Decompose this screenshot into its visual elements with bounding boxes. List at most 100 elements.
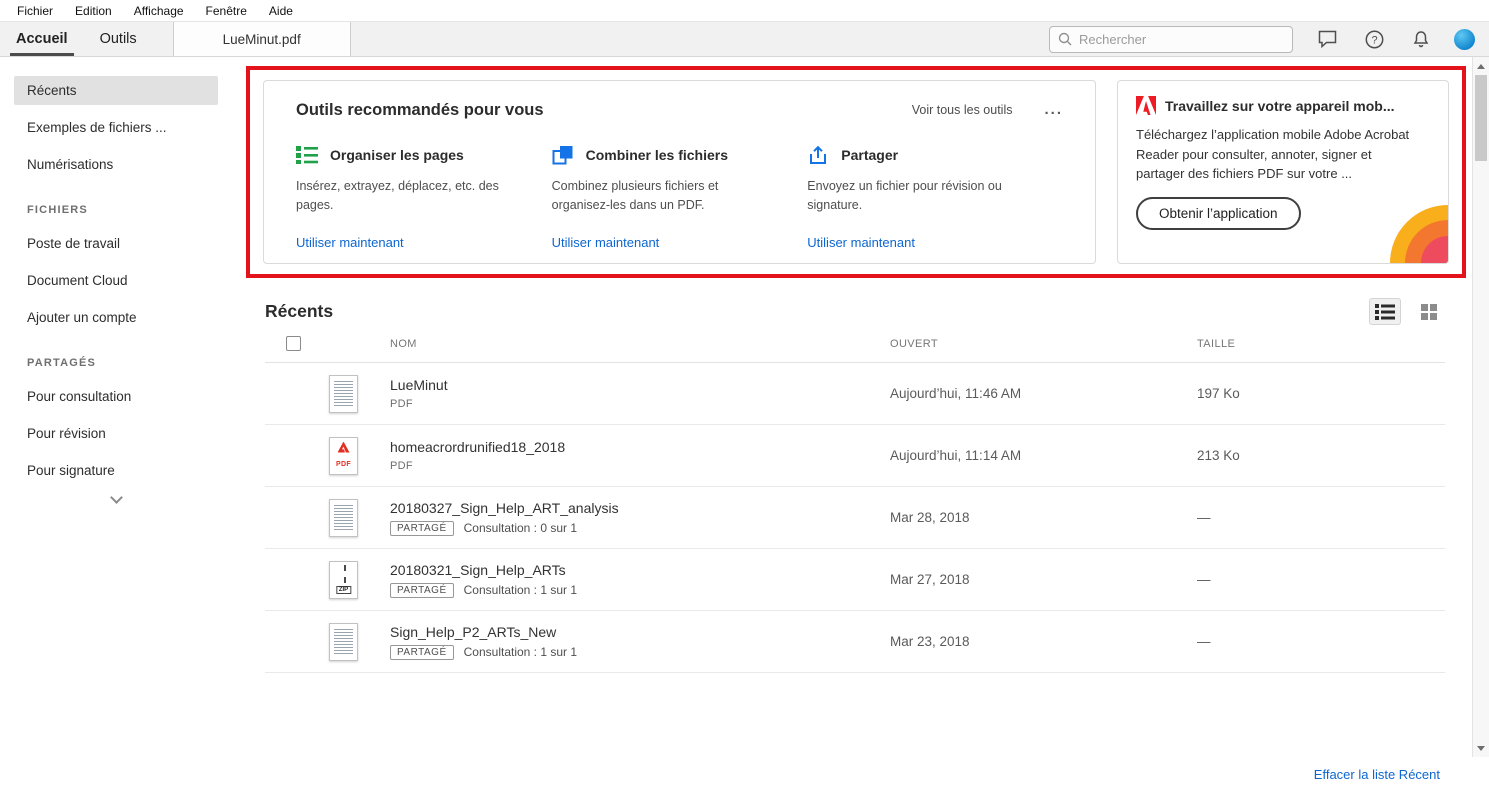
file-name: 20180321_Sign_Help_ARTs <box>390 562 890 578</box>
recent-file-list: LueMinut PDF Aujourd’hui, 11:46 AM 197 K… <box>265 363 1445 673</box>
sidebar-item-recents[interactable]: Récents <box>14 76 218 105</box>
document-thumbnail-icon <box>329 499 358 537</box>
consultation-status: Consultation : 1 sur 1 <box>464 583 577 597</box>
use-now-link-combine[interactable]: Utiliser maintenant <box>552 235 660 250</box>
chevron-down-icon[interactable] <box>110 491 123 504</box>
tool-description: Combinez plusieurs fichiers et organisez… <box>552 177 757 225</box>
sidebar: Récents Exemples de fichiers ... Numéris… <box>0 57 232 786</box>
table-row[interactable]: LueMinut PDF Aujourd’hui, 11:46 AM 197 K… <box>265 363 1445 425</box>
tab-accueil[interactable]: Accueil <box>0 22 84 56</box>
tool-name: Partager <box>841 147 898 163</box>
recent-title: Récents <box>265 301 333 322</box>
help-icon: ? <box>1365 30 1384 49</box>
menu-edition[interactable]: Edition <box>64 4 123 18</box>
file-name: homeacrordrunified18_2018 <box>390 439 890 455</box>
menu-fenetre[interactable]: Fenêtre <box>195 4 258 18</box>
table-row[interactable]: homeacrordrunified18_2018 PDF Aujourd’hu… <box>265 425 1445 487</box>
sidebar-item-pour-revision[interactable]: Pour révision <box>14 419 218 448</box>
tool-organize-pages: Organiser les pages Insérez, extrayez, d… <box>296 144 552 252</box>
main-area: Outils recommandés pour vous Voir tous l… <box>232 57 1489 786</box>
file-opened: Mar 28, 2018 <box>890 510 1197 525</box>
table-header: NOM OUVERT TAILLE <box>265 325 1445 363</box>
grid-view-icon <box>1421 304 1438 320</box>
overflow-menu-button[interactable]: ... <box>1044 105 1063 115</box>
sidebar-section-partages: PARTAGÉS <box>27 357 232 369</box>
table-row[interactable]: 20180321_Sign_Help_ARTs PARTAGÉ Consulta… <box>265 549 1445 611</box>
tool-description: Insérez, extrayez, déplacez, etc. des pa… <box>296 177 501 225</box>
notifications-button[interactable] <box>1408 26 1434 52</box>
sidebar-item-pour-consultation[interactable]: Pour consultation <box>14 382 218 411</box>
list-view-button[interactable] <box>1369 298 1401 325</box>
menu-bar: Fichier Edition Affichage Fenêtre Aide <box>0 0 1489 22</box>
search-input[interactable] <box>1079 32 1284 47</box>
file-name: Sign_Help_P2_ARTs_New <box>390 624 890 640</box>
tool-description: Envoyez un fichier pour révision ou sign… <box>807 177 1012 225</box>
adobe-acrobat-icon <box>1136 96 1156 115</box>
recommended-tools-title: Outils recommandés pour vous <box>296 101 544 120</box>
column-header-ouvert[interactable]: OUVERT <box>890 338 1197 350</box>
tab-outils[interactable]: Outils <box>84 22 153 56</box>
search-box[interactable] <box>1049 26 1293 53</box>
consultation-status: Consultation : 1 sur 1 <box>464 645 577 659</box>
sidebar-item-exemples[interactable]: Exemples de fichiers ... <box>14 113 218 142</box>
clear-recent-link[interactable]: Effacer la liste Récent <box>1314 767 1440 782</box>
vertical-scrollbar[interactable] <box>1472 57 1489 757</box>
file-opened: Mar 23, 2018 <box>890 634 1197 649</box>
document-thumbnail-icon <box>329 375 358 413</box>
menu-affichage[interactable]: Affichage <box>123 4 195 18</box>
file-opened: Aujourd’hui, 11:14 AM <box>890 448 1197 463</box>
shared-badge: PARTAGÉ <box>390 645 454 660</box>
file-name: LueMinut <box>390 377 890 393</box>
list-view-icon <box>1375 304 1395 320</box>
column-header-nom[interactable]: NOM <box>390 338 890 350</box>
tool-name: Organiser les pages <box>330 147 464 163</box>
tab-accueil-label: Accueil <box>16 31 68 47</box>
menu-aide[interactable]: Aide <box>258 4 304 18</box>
comment-icon <box>1318 30 1337 48</box>
table-row[interactable]: 20180327_Sign_Help_ART_analysis PARTAGÉ … <box>265 487 1445 549</box>
scroll-up-arrow[interactable] <box>1473 58 1489 74</box>
mobile-card-title: Travaillez sur votre appareil mob... <box>1165 98 1395 114</box>
avatar[interactable] <box>1454 29 1475 50</box>
column-header-taille[interactable]: TAILLE <box>1197 338 1445 350</box>
file-size: 213 Ko <box>1197 448 1445 463</box>
sidebar-item-poste-de-travail[interactable]: Poste de travail <box>14 229 218 258</box>
sidebar-item-document-cloud[interactable]: Document Cloud <box>14 266 218 295</box>
tab-document[interactable]: LueMinut.pdf <box>173 22 351 56</box>
tab-bar: Accueil Outils LueMinut.pdf ? <box>0 22 1489 57</box>
comments-button[interactable] <box>1314 26 1340 52</box>
see-all-tools-link[interactable]: Voir tous les outils <box>912 103 1013 117</box>
combine-files-icon <box>552 145 574 165</box>
file-opened: Mar 27, 2018 <box>890 572 1197 587</box>
sidebar-item-numerisations[interactable]: Numérisations <box>14 150 218 179</box>
tool-share: Partager Envoyez un fichier pour révisio… <box>807 144 1063 252</box>
file-size: 197 Ko <box>1197 386 1445 401</box>
sidebar-item-pour-signature[interactable]: Pour signature <box>14 456 218 485</box>
get-app-button[interactable]: Obtenir l’application <box>1136 197 1301 230</box>
file-type: PDF <box>390 398 890 410</box>
sidebar-section-fichiers: FICHIERS <box>27 204 232 216</box>
grid-view-button[interactable] <box>1413 298 1445 325</box>
table-row[interactable]: Sign_Help_P2_ARTs_New PARTAGÉ Consultati… <box>265 611 1445 673</box>
search-icon <box>1058 32 1072 46</box>
share-icon <box>807 145 829 165</box>
use-now-link-share[interactable]: Utiliser maintenant <box>807 235 915 250</box>
tool-combine-files: Combiner les fichiers Combinez plusieurs… <box>552 144 808 252</box>
use-now-link-organize[interactable]: Utiliser maintenant <box>296 235 404 250</box>
help-button[interactable]: ? <box>1361 26 1387 52</box>
document-thumbnail-icon <box>329 623 358 661</box>
sidebar-item-ajouter-un-compte[interactable]: Ajouter un compte <box>14 303 218 332</box>
recommended-tools-annotation: Outils recommandés pour vous Voir tous l… <box>246 66 1466 278</box>
tab-outils-label: Outils <box>100 31 137 47</box>
select-all-checkbox[interactable] <box>286 336 301 351</box>
menu-fichier[interactable]: Fichier <box>6 4 64 18</box>
recommended-tools-card: Outils recommandés pour vous Voir tous l… <box>263 80 1096 264</box>
shared-badge: PARTAGÉ <box>390 521 454 536</box>
zip-file-icon <box>329 561 358 599</box>
shared-badge: PARTAGÉ <box>390 583 454 598</box>
scroll-down-arrow[interactable] <box>1473 740 1489 756</box>
file-size: — <box>1197 572 1445 587</box>
scrollbar-thumb[interactable] <box>1475 75 1487 161</box>
pdf-file-icon <box>329 437 358 475</box>
file-size: — <box>1197 510 1445 525</box>
